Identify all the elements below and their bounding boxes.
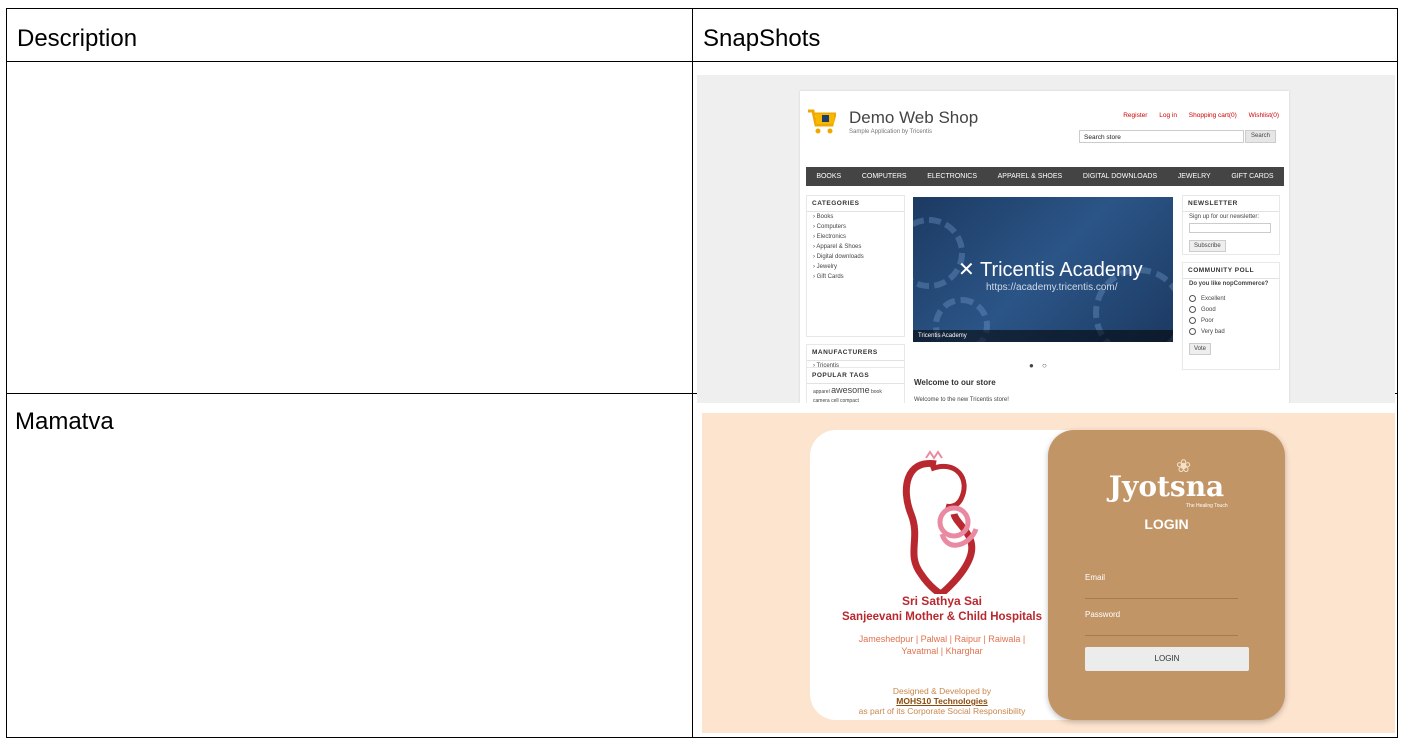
- search-input[interactable]: Search store: [1079, 130, 1244, 143]
- banner-caption: Tricentis Academy: [913, 330, 1173, 342]
- row-1-description: [6, 61, 693, 394]
- poll-title: COMMUNITY POLL: [1183, 263, 1279, 279]
- menu-item-computers[interactable]: COMPUTERS: [862, 173, 907, 180]
- newsletter-title: NEWSLETTER: [1183, 196, 1279, 212]
- subscribe-button[interactable]: Subscribe: [1189, 240, 1226, 252]
- column-header-description: Description: [6, 8, 693, 62]
- tag-link[interactable]: compact: [840, 398, 859, 403]
- radio-button[interactable]: [1189, 317, 1196, 325]
- popular-tags-box: POPULAR TAGS apparel awesome book camera…: [806, 367, 905, 403]
- radio-button[interactable]: [1189, 295, 1196, 302]
- email-field[interactable]: [1085, 598, 1238, 599]
- categories-title: CATEGORIES: [807, 196, 904, 212]
- demo-web-shop-screenshot: Demo Web Shop Sample Application by Tric…: [697, 75, 1395, 403]
- tag-link[interactable]: cell: [831, 398, 839, 403]
- email-label: Email: [1085, 573, 1106, 582]
- search-button[interactable]: Search: [1245, 130, 1276, 143]
- tag-link[interactable]: awesome: [831, 385, 870, 395]
- banner-url: https://academy.tricentis.com/: [986, 282, 1118, 293]
- row-2-description: Mamatva: [6, 393, 693, 738]
- shopping-cart-icon: [808, 109, 836, 134]
- poll-question: Do you like nopCommerce?: [1189, 281, 1269, 287]
- login-button[interactable]: LOGIN: [1085, 647, 1249, 671]
- shop-logo-title[interactable]: Demo Web Shop: [849, 108, 978, 128]
- developer-credit: Designed & Developed by MOHS10 Technolog…: [810, 686, 1074, 716]
- shop-page: Demo Web Shop Sample Application by Tric…: [800, 91, 1289, 403]
- poll-option[interactable]: Poor: [1183, 315, 1279, 326]
- welcome-text: Welcome to the new Tricentis store!: [914, 397, 1009, 403]
- poll-option[interactable]: Excellent: [1183, 293, 1279, 304]
- mother-child-logo-icon: [902, 450, 979, 594]
- menu-item-jewelry[interactable]: JEWELRY: [1178, 173, 1211, 180]
- shop-logo-subtitle: Sample Application by Tricentis: [849, 129, 933, 135]
- tag-cloud: apparel awesome book camera cell compact: [807, 384, 904, 404]
- hospital-name-line2: Sanjeevani Mother & Child Hospitals: [841, 611, 1042, 623]
- category-item[interactable]: › Gift Cards: [807, 272, 904, 282]
- category-item[interactable]: › Electronics: [807, 232, 904, 242]
- vote-button[interactable]: Vote: [1189, 343, 1212, 356]
- brand-logo: Jyotsna: [1108, 470, 1225, 503]
- community-poll-box: COMMUNITY POLL Do you like nopCommerce? …: [1182, 262, 1280, 370]
- password-label: Password: [1085, 610, 1121, 619]
- slider-banner[interactable]: ✕ Tricentis Academy https://academy.tric…: [913, 197, 1173, 342]
- category-item[interactable]: › Jewelry: [807, 262, 904, 272]
- menu-item-digital[interactable]: DIGITAL DOWNLOADS: [1083, 173, 1157, 180]
- login-heading: LOGIN: [1144, 516, 1189, 532]
- radio-button[interactable]: [1189, 328, 1196, 336]
- tag-link[interactable]: book: [871, 389, 882, 395]
- category-item[interactable]: › Digital downloads: [807, 252, 904, 262]
- welcome-title: Welcome to our store: [914, 378, 996, 387]
- login-link[interactable]: Log in: [1159, 112, 1177, 119]
- menu-item-electronics[interactable]: ELECTRONICS: [927, 173, 977, 180]
- top-menu: BOOKS COMPUTERS ELECTRONICS APPAREL & SH…: [806, 167, 1284, 186]
- developer-company-link[interactable]: MOHS10 Technologies: [810, 696, 1074, 706]
- password-field[interactable]: [1085, 635, 1238, 636]
- login-panel: ❀ Jyotsna The Healing Touch LOGIN Email …: [1048, 430, 1285, 720]
- hospital-name-line1: Sri Sathya Sai: [901, 594, 983, 608]
- popular-tags-title: POPULAR TAGS: [807, 368, 904, 384]
- register-link[interactable]: Register: [1123, 112, 1147, 119]
- tag-link[interactable]: camera: [813, 398, 830, 403]
- tricentis-x-icon: ✕: [958, 259, 975, 281]
- hospital-locations: Jameshedpur | Palwal | Raipur | Raiwala …: [858, 634, 1026, 656]
- banner-title: ✕ Tricentis Academy: [958, 259, 1143, 281]
- slider-dots[interactable]: ● ○: [1029, 361, 1050, 370]
- mamatva-login-screenshot: Sri Sathya Sai Sanjeevani Mother & Child…: [702, 413, 1395, 733]
- newsletter-email-input[interactable]: [1189, 223, 1271, 233]
- manufacturers-title: MANUFACTURERS: [807, 345, 904, 361]
- shopping-cart-link[interactable]: Shopping cart(0): [1189, 112, 1237, 119]
- brand-tagline: The Healing Touch: [1186, 503, 1228, 509]
- category-item[interactable]: › Apparel & Shoes: [807, 242, 904, 252]
- tag-link[interactable]: apparel: [813, 389, 830, 395]
- header-links: Register Log in Shopping cart(0) Wishlis…: [1113, 112, 1279, 119]
- column-header-snapshots: SnapShots: [692, 8, 1398, 62]
- radio-button[interactable]: [1189, 306, 1196, 314]
- newsletter-box: NEWSLETTER Sign up for our newsletter: S…: [1182, 195, 1280, 255]
- wishlist-link[interactable]: Wishlist(0): [1249, 112, 1279, 119]
- category-item[interactable]: › Books: [807, 212, 904, 222]
- poll-option[interactable]: Very bad: [1183, 326, 1279, 337]
- newsletter-label: Sign up for our newsletter:: [1189, 214, 1260, 220]
- menu-item-giftcards[interactable]: GIFT CARDS: [1231, 173, 1273, 180]
- category-item[interactable]: › Computers: [807, 222, 904, 232]
- menu-item-books[interactable]: BOOKS: [816, 173, 841, 180]
- menu-item-apparel[interactable]: APPAREL & SHOES: [998, 173, 1063, 180]
- categories-box: CATEGORIES › Books › Computers › Electro…: [806, 195, 905, 337]
- poll-option[interactable]: Good: [1183, 304, 1279, 315]
